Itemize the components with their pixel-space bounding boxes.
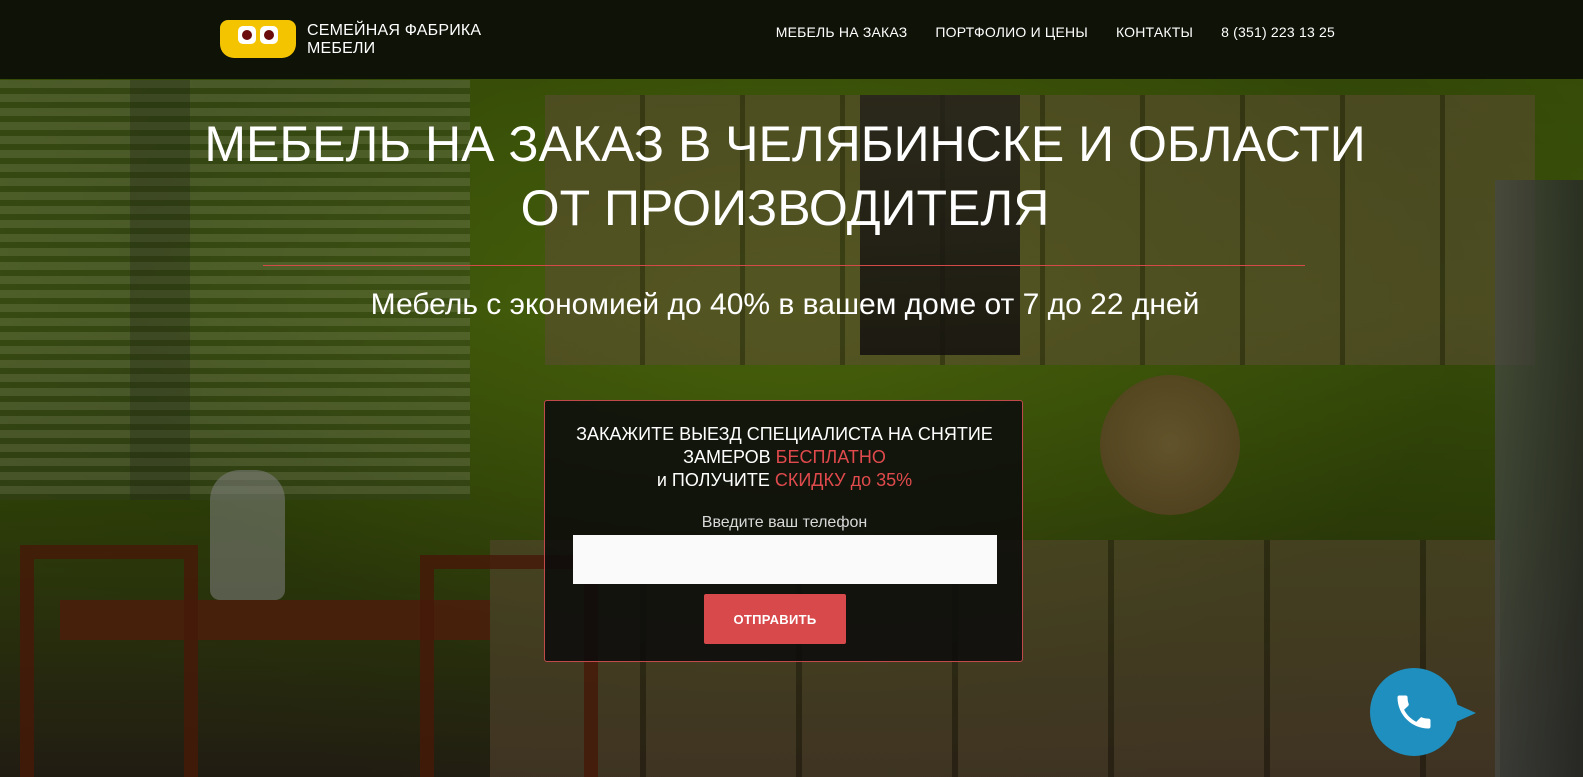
callback-widget-button[interactable] — [1370, 668, 1476, 756]
main-nav: МЕБЕЛЬ НА ЗАКАЗ ПОРТФОЛИО И ЦЕНЫ КОНТАКТ… — [776, 24, 1335, 40]
nav-item-contacts[interactable]: КОНТАКТЫ — [1116, 24, 1193, 40]
hero-title: МЕБЕЛЬ НА ЗАКАЗ В ЧЕЛЯБИНСКЕ И ОБЛАСТИ О… — [160, 112, 1410, 240]
page: СЕМЕЙНАЯ ФАБРИКА МЕБЕЛИ МЕБЕЛЬ НА ЗАКАЗ … — [0, 0, 1583, 777]
brand-line-1: СЕМЕЙНАЯ ФАБРИКА — [307, 22, 482, 39]
logo[interactable] — [220, 20, 296, 58]
logo-eye-left — [238, 26, 256, 44]
logo-eye-right — [260, 26, 278, 44]
form-title-highlight-discount: СКИДКУ до 35% — [774, 470, 913, 490]
hero-divider — [263, 265, 1305, 266]
form-title: ЗАКАЖИТЕ ВЫЕЗД СПЕЦИАЛИСТА НА СНЯТИЕ ЗАМ… — [545, 423, 1024, 492]
hero-subtitle: Мебель с экономией до 40% в вашем доме о… — [370, 288, 1200, 321]
logo-icon — [220, 20, 296, 58]
hero-title-line-1: МЕБЕЛЬ НА ЗАКАЗ В ЧЕЛЯБИНСКЕ И ОБЛАСТИ — [204, 116, 1366, 172]
phone-label: Введите ваш телефон — [701, 514, 868, 531]
phone-icon — [1397, 695, 1431, 729]
submit-button[interactable]: ОТПРАВИТЬ — [704, 594, 846, 644]
site-header: СЕМЕЙНАЯ ФАБРИКА МЕБЕЛИ МЕБЕЛЬ НА ЗАКАЗ … — [0, 0, 1583, 79]
nav-item-custom-furniture[interactable]: МЕБЕЛЬ НА ЗАКАЗ — [776, 24, 908, 40]
callback-form: ЗАКАЖИТЕ ВЫЕЗД СПЕЦИАЛИСТА НА СНЯТИЕ ЗАМ… — [544, 400, 1023, 662]
brand-name[interactable]: СЕМЕЙНАЯ ФАБРИКА МЕБЕЛИ — [307, 22, 481, 58]
brand-line-2: МЕБЕЛИ — [307, 40, 376, 57]
form-title-highlight-free: БЕСПЛАТНО — [775, 447, 886, 467]
nav-item-portfolio-prices[interactable]: ПОРТФОЛИО И ЦЕНЫ — [935, 24, 1088, 40]
nav-phone-number[interactable]: 8 (351) 223 13 25 — [1221, 24, 1335, 40]
hero-title-line-2: ОТ ПРОИЗВОДИТЕЛЯ — [520, 180, 1050, 236]
form-title-text-2: и ПОЛУЧИТЕ — [656, 470, 770, 490]
phone-input[interactable] — [573, 535, 997, 584]
